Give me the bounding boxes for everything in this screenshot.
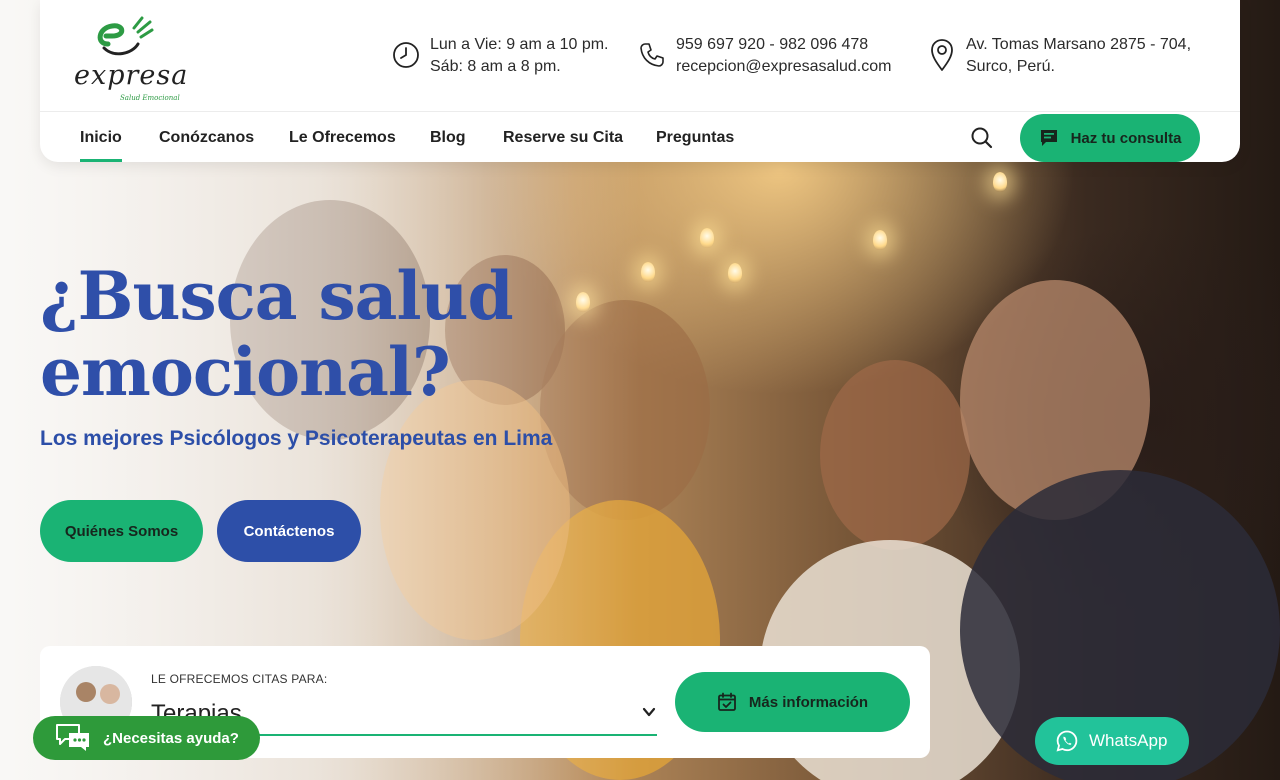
opening-hours: Lun a Vie: 9 am a 10 pm. Sáb: 8 am a 8 p… [392, 34, 608, 78]
main-nav: Inicio Conózcanos Le Ofrecemos Blog Rese… [40, 112, 1240, 162]
calendar-check-icon [718, 692, 736, 711]
chat-bubble-icon [1040, 130, 1057, 146]
nav-item-le-ofrecemos[interactable]: Le Ofrecemos [289, 112, 396, 162]
whatsapp-button[interactable]: WhatsApp [1035, 717, 1189, 765]
header-top-bar: expresa Salud Emocional Lun a Vie: 9 am … [40, 0, 1240, 112]
headline-line-2: emocional? [40, 333, 451, 411]
whatsapp-icon [1056, 730, 1078, 752]
headline-line-1: ¿Busca salud [40, 257, 514, 335]
logo-e-mark-icon [97, 16, 154, 56]
hero-headline: ¿Busca salud emocional? [40, 258, 600, 410]
address-line-1: Av. Tomas Marsano 2875 - 704, [966, 36, 1192, 53]
more-info-button[interactable]: Más información [675, 672, 910, 732]
contact-button[interactable]: Contáctenos [217, 500, 361, 562]
address-line-2: Surco, Perú. [966, 58, 1055, 75]
chevron-down-icon [642, 707, 656, 717]
brand-logo[interactable]: expresa Salud Emocional [74, 14, 194, 102]
hero-subheadline: Los mejores Psicólogos y Psicoterapeutas… [40, 427, 553, 450]
contact-phone-email: 959 697 920 - 982 096 478 recepcion@expr… [638, 34, 891, 78]
help-chat-button[interactable]: ¿Necesitas ayuda? [33, 716, 260, 760]
chat-bubbles-icon [56, 724, 89, 751]
nav-item-inicio[interactable]: Inicio [80, 112, 122, 162]
help-chat-label: ¿Necesitas ayuda? [103, 729, 239, 747]
consult-button-label: Haz tu consulta [1070, 129, 1182, 147]
logo-tagline: Salud Emocional [120, 94, 180, 102]
nav-item-reserve-su-cita[interactable]: Reserve su Cita [503, 112, 623, 162]
nav-item-blog[interactable]: Blog [430, 112, 466, 162]
email-link[interactable]: recepcion@expresasalud.com [676, 56, 891, 78]
hours-saturday: Sáb: 8 am a 8 pm. [430, 58, 561, 75]
phone-numbers[interactable]: 959 697 920 - 982 096 478 [676, 34, 891, 56]
whatsapp-label: WhatsApp [1089, 731, 1168, 750]
nav-item-conozcanos[interactable]: Conózcanos [159, 112, 254, 162]
hours-weekdays: Lun a Vie: 9 am a 10 pm. [430, 36, 609, 53]
map-pin-icon [931, 39, 953, 71]
nav-item-preguntas[interactable]: Preguntas [656, 112, 734, 162]
clock-icon [393, 42, 419, 68]
more-info-button-label: Más información [748, 693, 869, 711]
logo-wordmark: expresa [74, 60, 189, 91]
about-us-button[interactable]: Quiénes Somos [40, 500, 203, 562]
appointment-label: LE OFRECEMOS CITAS PARA: [151, 672, 328, 686]
site-header: expresa Salud Emocional Lun a Vie: 9 am … [40, 0, 1240, 162]
search-icon[interactable] [968, 124, 996, 152]
phone-icon [640, 43, 664, 67]
address: Av. Tomas Marsano 2875 - 704, Surco, Per… [928, 34, 1191, 78]
consult-button[interactable]: Haz tu consulta [1020, 114, 1200, 162]
